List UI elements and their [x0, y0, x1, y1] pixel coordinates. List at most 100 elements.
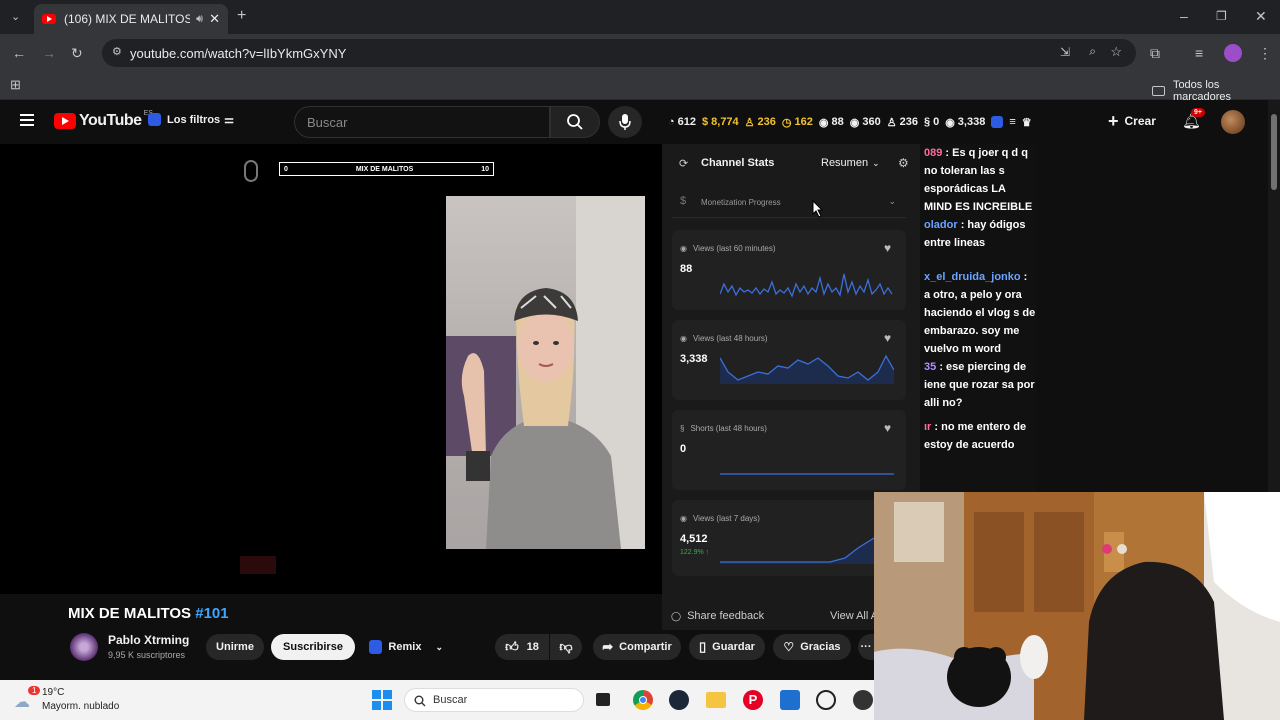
stat-views-live[interactable]: ◉ 88	[819, 116, 844, 129]
browser-tab[interactable]: (106) MIX DE MALITOS #10 🔊︎ ✕	[34, 4, 228, 34]
scrollbar-thumb[interactable]	[1271, 114, 1277, 190]
view-all-link[interactable]: View All A	[830, 610, 878, 622]
pinterest-icon[interactable]: P	[743, 690, 763, 710]
thanks-button[interactable]: ♡ Gracias	[773, 634, 851, 660]
more-actions-button[interactable]: ···	[858, 634, 874, 660]
hamburger-menu-icon[interactable]	[20, 114, 34, 126]
remix-button[interactable]: Remix ⌄	[363, 634, 443, 660]
share-button[interactable]: ➦ Compartir	[593, 634, 681, 660]
stat-value: 612	[677, 116, 697, 128]
heart-icon[interactable]: ♥	[884, 421, 891, 435]
channel-watermark-icon	[244, 160, 258, 182]
eye-icon: ◉	[680, 334, 687, 343]
share-label: Compartir	[619, 641, 672, 653]
tubebuddy-button[interactable]	[991, 116, 1004, 128]
chat-user: x_el_druida_jonko	[924, 271, 1021, 283]
tubebuddy-icon	[369, 640, 383, 654]
weather-widget[interactable]: ☁ 1 19°C Mayorm. nublado	[14, 686, 134, 714]
stat-person[interactable]: ♙ 236	[745, 116, 776, 129]
stat-refresh[interactable]: ◔ 612	[668, 116, 696, 128]
stat-views[interactable]: ◉ 360	[850, 116, 881, 129]
subscribe-button[interactable]: Suscribirse	[271, 634, 355, 660]
speaker-icon[interactable]: 🔊︎	[196, 13, 203, 26]
share-feedback-link[interactable]: ◯ Share feedback	[671, 610, 764, 622]
windows-start-icon[interactable]	[372, 690, 392, 710]
zoom-icon[interactable]: ⌕	[1089, 44, 1096, 59]
menu-kebab-icon[interactable]: ⋮	[1258, 46, 1272, 60]
voice-search-button[interactable]	[608, 106, 642, 138]
bookmark-star-icon[interactable]: ☆	[1110, 44, 1122, 60]
profile-avatar[interactable]	[1224, 44, 1242, 62]
account-avatar[interactable]	[1221, 110, 1245, 134]
channel-avatar[interactable]	[70, 633, 98, 661]
reload-icon[interactable]: ↻	[71, 46, 83, 60]
stat-value: 236	[757, 116, 776, 128]
summary-dropdown[interactable]: Resumen ⌄	[821, 157, 880, 169]
trophy-button[interactable]: ♛	[1022, 116, 1032, 129]
stat-subs[interactable]: ♙ 236	[887, 116, 918, 129]
store-icon[interactable]	[780, 690, 800, 710]
stats-menu-button[interactable]: ≡	[1009, 116, 1015, 128]
task-view-icon[interactable]	[596, 693, 610, 706]
stat-coin[interactable]: $8,774	[702, 116, 739, 128]
stat-value: 360	[862, 116, 881, 128]
site-info-icon[interactable]: ⚙	[112, 45, 122, 58]
join-button[interactable]: Unirme	[206, 634, 264, 660]
create-button[interactable]: + Crear	[1108, 112, 1156, 130]
video-title-number[interactable]: #101	[195, 605, 228, 622]
stat-shorts[interactable]: § 0	[924, 116, 939, 128]
install-icon[interactable]: ⇲	[1060, 45, 1070, 59]
card-label: ◉ Views (last 48 hours)	[680, 334, 768, 343]
search-button[interactable]	[550, 106, 600, 138]
heart-icon[interactable]: ♥	[884, 241, 891, 255]
eye-icon: ◉	[818, 116, 829, 129]
tab-list-icon[interactable]: ⌄	[11, 10, 20, 24]
close-tab-icon[interactable]: ✕	[209, 11, 220, 27]
chat-message: x_el_druida_jonko : a otro, a pelo y ora…	[924, 268, 1036, 358]
new-tab-icon[interactable]: +	[237, 8, 246, 24]
chat-user: 35	[924, 361, 937, 373]
bookmarks-bar: ⊞ Todos los marcadores	[0, 72, 1280, 103]
save-button[interactable]: ▯ Guardar	[689, 634, 765, 660]
notifications-button[interactable]: 🔔︎ 9+	[1182, 108, 1205, 131]
heart-icon[interactable]: ♥	[884, 331, 891, 345]
panel-settings-icon[interactable]: ⚙	[898, 156, 909, 170]
chrome-icon[interactable]	[633, 690, 653, 710]
dislike-button[interactable]: 👎︎	[550, 634, 582, 660]
extensions-icon[interactable]: ⧉	[1150, 46, 1160, 60]
channel-name[interactable]: Pablo Xtrming	[108, 633, 189, 647]
video-content-image	[446, 196, 645, 549]
stat-clock[interactable]: ◷ 162	[782, 116, 813, 129]
taskbar-search[interactable]: Buscar	[404, 688, 584, 712]
forward-icon[interactable]: →	[42, 46, 56, 60]
thanks-label: Gracias	[800, 641, 841, 653]
openai-icon[interactable]	[816, 690, 836, 710]
file-explorer-icon[interactable]	[706, 692, 726, 708]
obs-icon[interactable]	[853, 690, 873, 710]
monetization-progress-row[interactable]: $ Monetization Progress ⌄	[672, 188, 906, 218]
like-button[interactable]: 👍︎ 18	[495, 634, 549, 660]
close-window-icon[interactable]: ✕	[1255, 9, 1267, 23]
eye-icon: ◉	[680, 244, 687, 253]
maximize-icon[interactable]: ❐	[1216, 9, 1227, 23]
stat-value: 3,338	[957, 116, 986, 128]
media-controls-icon[interactable]: ≡	[1195, 46, 1203, 60]
apps-grid-icon[interactable]: ⊞	[10, 78, 21, 92]
back-icon[interactable]: ←	[12, 46, 26, 60]
video-title: MIX DE MALITOS #101	[68, 605, 229, 622]
page-scrollbar[interactable]	[1268, 100, 1280, 492]
address-bar[interactable]: ⚙ youtube.com/watch?v=lIbYkmGxYNY ⇲ ⌕ ☆	[102, 39, 1136, 67]
minimize-icon[interactable]: –	[1180, 9, 1188, 23]
search-input[interactable]: Buscar	[294, 106, 550, 138]
chevron-down-icon: ⌄	[872, 157, 880, 168]
panel-refresh-icon[interactable]: ⟳	[679, 157, 688, 170]
views-60min-sparkline	[720, 273, 893, 298]
share-feedback-label: Share feedback	[687, 610, 765, 622]
youtube-logo[interactable]: YouTube ES	[54, 110, 153, 130]
stat-value: 8,774	[711, 116, 739, 128]
tubebuddy-icon	[991, 116, 1004, 128]
stat-views-48h[interactable]: ◉ 3,338	[945, 116, 985, 129]
join-label: Unirme	[206, 634, 264, 660]
steam-icon[interactable]	[669, 690, 689, 710]
filters-button[interactable]: Los filtros ⚌	[148, 113, 234, 126]
